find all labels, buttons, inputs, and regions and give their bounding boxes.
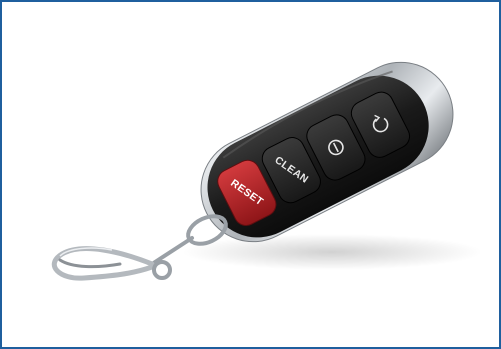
lobster-clasp (51, 246, 172, 281)
key-fob-illustration: RESET CLEAN (51, 61, 482, 281)
image-frame: RESET CLEAN (0, 0, 501, 349)
